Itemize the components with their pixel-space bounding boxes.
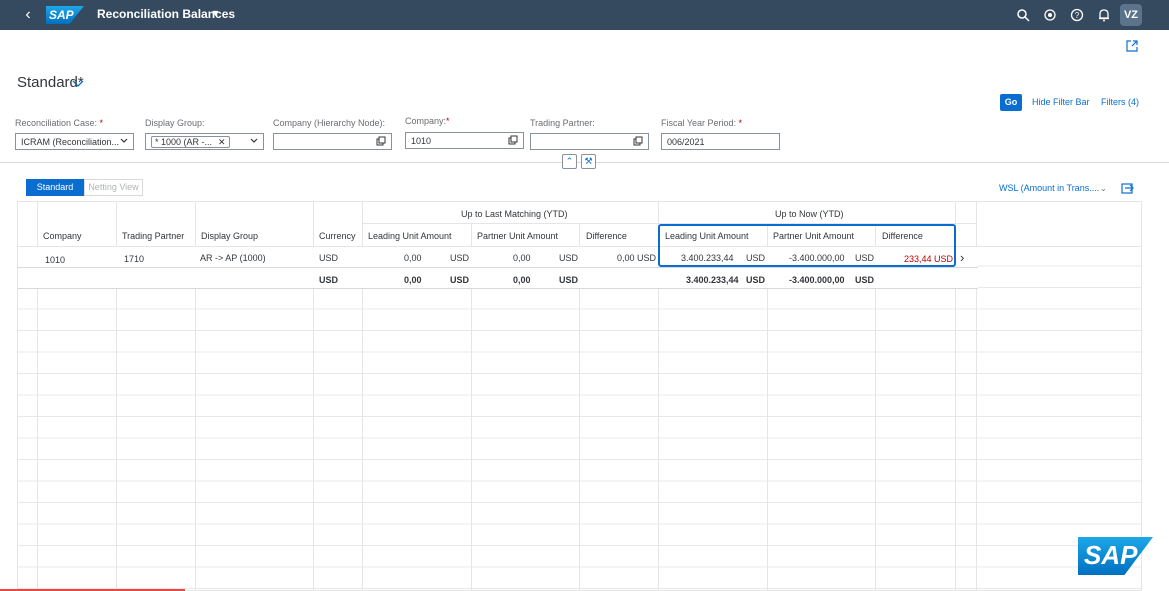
total-now-leading-currency: USD xyxy=(746,275,766,285)
amount-type-select[interactable]: WSL (Amount in Trans.... xyxy=(999,183,1099,193)
label-company-hierarchy: Company (Hierarchy Node): xyxy=(273,118,386,128)
label-trading-partner: Trading Partner: xyxy=(530,118,595,128)
value-help-icon[interactable] xyxy=(633,136,643,146)
back-button[interactable]: ‹ xyxy=(20,6,36,24)
filters-button[interactable]: Filters (4) xyxy=(1101,97,1139,107)
cell-lm-leading-amount: 0,00 xyxy=(404,253,422,263)
display-group-multiselect[interactable]: * 1000 (AR -... ✕ xyxy=(145,133,264,150)
column-header-display-group[interactable]: Display Group xyxy=(201,231,258,241)
chevron-down-icon[interactable] xyxy=(119,136,129,146)
trading-partner-input[interactable] xyxy=(530,133,649,150)
company-input[interactable]: 1010 xyxy=(405,132,524,149)
column-header-company[interactable]: Company xyxy=(43,231,82,241)
cell-currency: USD xyxy=(319,253,339,263)
total-lm-partner-currency: USD xyxy=(559,275,579,285)
collapse-header-icon[interactable]: ⌃ xyxy=(562,154,577,169)
column-header-lm-difference[interactable]: Difference xyxy=(586,231,627,241)
column-header-currency[interactable]: Currency xyxy=(319,231,356,241)
cell-lm-leading-currency: USD xyxy=(450,253,470,263)
highlight-box xyxy=(658,224,956,267)
label-company: Company:* xyxy=(405,116,450,126)
total-currency: USD xyxy=(319,275,339,285)
avatar[interactable]: VZ xyxy=(1120,4,1142,26)
notifications-icon[interactable] xyxy=(1097,8,1111,22)
help-icon[interactable]: ? xyxy=(1070,8,1084,22)
column-group-up-to-now[interactable]: Up to Now (YTD) xyxy=(775,209,844,219)
row-navigation-icon[interactable]: › xyxy=(960,250,964,265)
column-header-trading-partner[interactable]: Trading Partner xyxy=(122,231,184,241)
search-icon[interactable] xyxy=(1016,8,1030,22)
remove-token-icon[interactable]: ✕ xyxy=(218,137,226,147)
table-row-total: USD 0,00 USD 0,00 USD 3.400.233,44 USD -… xyxy=(18,268,978,289)
export-icon[interactable] xyxy=(1121,181,1134,194)
data-table: Up to Last Matching (YTD) Up to Now (YTD… xyxy=(17,201,1142,591)
total-lm-partner-amount: 0,00 xyxy=(513,275,531,285)
fiscal-year-period-input[interactable]: 006/2021 xyxy=(661,133,780,150)
company-hierarchy-input[interactable] xyxy=(273,133,392,150)
copilot-icon[interactable] xyxy=(1043,8,1057,22)
total-now-partner-amount: -3.400.000,00 xyxy=(789,275,845,285)
total-lm-leading-currency: USD xyxy=(450,275,470,285)
label-reconciliation-case: Reconciliation Case: * xyxy=(15,118,104,128)
display-group-token[interactable]: * 1000 (AR -... ✕ xyxy=(151,136,230,148)
chevron-down-icon[interactable] xyxy=(249,136,259,146)
label-display-group: Display Group: xyxy=(145,118,205,128)
cell-display-group: AR -> AP (1000) xyxy=(200,253,266,263)
total-now-leading-amount: 3.400.233,44 xyxy=(686,275,739,285)
reconciliation-case-select[interactable]: ICRAM (Reconciliation... xyxy=(15,133,134,150)
cell-lm-partner-currency: USD xyxy=(559,253,579,263)
share-icon[interactable] xyxy=(1126,39,1138,52)
total-now-partner-currency: USD xyxy=(855,275,875,285)
shell-bar: ‹ SAP Reconciliation Balances ▼ ? VZ xyxy=(0,0,1169,30)
segment-standard[interactable]: Standard xyxy=(26,179,84,196)
table-header: Up to Last Matching (YTD) Up to Now (YTD… xyxy=(18,202,1141,247)
cell-lm-difference: 0,00 USD xyxy=(617,253,657,263)
value-help-icon[interactable] xyxy=(508,135,518,145)
pin-header-icon[interactable]: ⚒ xyxy=(581,154,596,169)
column-group-last-matching[interactable]: Up to Last Matching (YTD) xyxy=(461,209,568,219)
svg-text:?: ? xyxy=(1075,11,1080,20)
segment-netting-view[interactable]: Netting View xyxy=(84,179,143,196)
logo-text: SAP xyxy=(49,8,74,22)
chevron-down-icon[interactable] xyxy=(72,76,84,87)
go-button[interactable]: Go xyxy=(1000,94,1022,111)
value-help-icon[interactable] xyxy=(376,136,386,146)
title-dropdown-icon[interactable]: ▼ xyxy=(211,8,220,18)
column-header-lm-leading-unit-amount[interactable]: Leading Unit Amount xyxy=(368,231,452,241)
column-header-lm-partner-unit-amount[interactable]: Partner Unit Amount xyxy=(477,231,558,241)
label-fiscal-year-period: Fiscal Year Period: * xyxy=(661,118,743,128)
cell-lm-partner-amount: 0,00 xyxy=(513,253,531,263)
hide-filter-bar-button[interactable]: Hide Filter Bar xyxy=(1032,97,1090,107)
cell-company: 1010 xyxy=(45,255,66,265)
chevron-down-icon[interactable]: ⌄ xyxy=(1100,184,1107,193)
cell-trading-partner: 1710 xyxy=(124,254,145,264)
total-lm-leading-amount: 0,00 xyxy=(404,275,422,285)
sap-logo[interactable]: SAP xyxy=(46,6,84,24)
